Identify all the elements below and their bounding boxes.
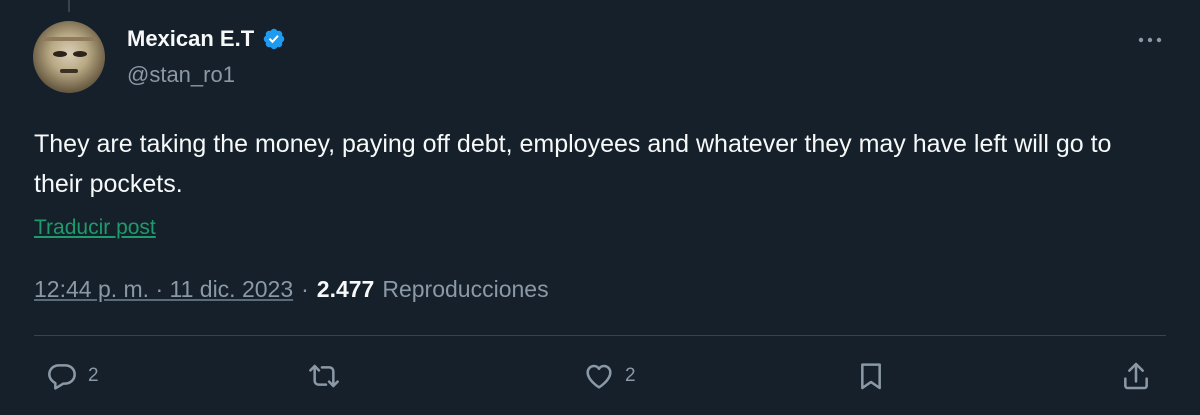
more-options-button[interactable] [1130,26,1170,54]
like-button[interactable]: 2 [583,360,636,392]
retweet-icon [309,364,339,388]
verified-badge-icon [263,28,285,50]
more-horizontal-icon [1138,37,1162,43]
author-name-row[interactable]: Mexican E.T [127,26,286,52]
heart-icon [586,364,612,389]
retweet-button[interactable] [308,360,340,392]
reply-icon [48,364,76,390]
tweet-timestamp[interactable]: 12:44 p. m. · 11 dic. 2023 [34,276,293,303]
like-count: 2 [625,365,636,386]
author-handle[interactable]: @stan_ro1 [127,62,235,88]
bookmark-icon [861,363,881,390]
divider [34,335,1166,336]
tweet-meta: 12:44 p. m. · 11 dic. 2023 · 2.477 Repro… [34,276,549,303]
translate-post-link[interactable]: Traducir post [34,216,156,240]
tweet-text: They are taking the money, paying off de… [34,130,1112,198]
bookmark-button[interactable] [855,360,887,392]
share-button[interactable] [1120,360,1152,392]
meta-separator: · [301,276,309,302]
author-display-name[interactable]: Mexican E.T [127,26,254,52]
avatar[interactable] [33,21,105,93]
views-count: 2.477 [316,276,375,302]
reply-button[interactable]: 2 [46,360,99,392]
reply-count: 2 [88,365,99,386]
thread-connector-line [68,0,70,12]
share-icon [1124,362,1148,390]
views-label: Reproducciones [382,276,549,302]
